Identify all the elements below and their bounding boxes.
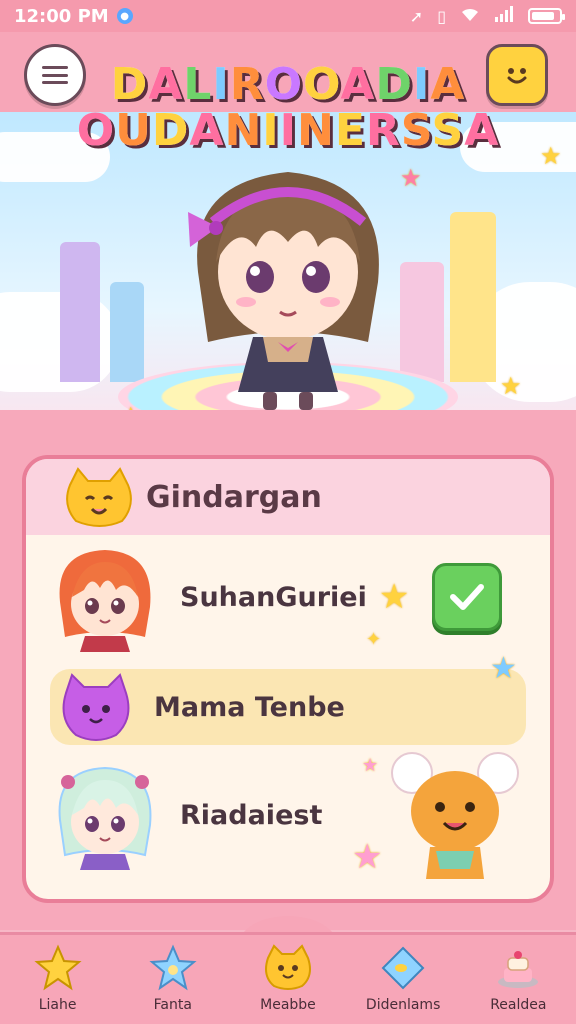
location-arrow-icon: ➚ [409, 6, 424, 26]
nav-item-realdea[interactable]: Realdea [468, 941, 568, 1013]
nav-item-didenlams[interactable]: Didenlams [353, 941, 453, 1013]
character-select-panel: Gindargan SuhanGuriei ★ Mama Tenbe Riada… [22, 455, 554, 903]
star-icon: ★ [500, 372, 522, 400]
notification-badge-icon: ● [116, 8, 133, 24]
yellow-cat-mascot-icon [66, 467, 132, 527]
battery-icon [528, 8, 565, 24]
game-title: DALIROOADIA OUDANIINERSSA [0, 62, 576, 154]
yellow-cat-icon [261, 941, 315, 995]
signal-icon [494, 6, 514, 26]
vibrate-icon: ▯ [437, 6, 446, 26]
star-icon: ★ [362, 755, 379, 776]
nav-label: Didenlams [365, 997, 441, 1013]
star-icon [31, 941, 85, 995]
star-icon: ★ [490, 651, 517, 686]
character-name: Mama Tenbe [154, 691, 345, 723]
character-name: SuhanGuriei [180, 581, 367, 613]
panel-title: Gindargan [146, 479, 322, 515]
star-icon: ✦ [366, 629, 382, 650]
panel-header: Gindargan [26, 459, 550, 535]
star-icon: ★ [400, 164, 422, 192]
nav-label: Meabbe [260, 997, 316, 1013]
checkmark-icon [450, 584, 484, 610]
nav-item-fanta[interactable]: Fanta [123, 941, 223, 1013]
status-bar: 12:00 PM ● ➚ ▯ [0, 0, 576, 32]
hero-character[interactable] [168, 152, 408, 412]
star-icon: ★ [378, 577, 410, 617]
nav-label: Liahe [38, 997, 77, 1013]
orange-bear-mascot[interactable] [390, 751, 520, 891]
bottom-navigation: Liahe Fanta Meabbe Didenlams Realdea [0, 932, 576, 1024]
mint-haired-girl-avatar [58, 766, 152, 870]
character-name: Riadaiest [180, 799, 323, 831]
game-title-line-2: OUDANIINERSSA [76, 105, 500, 156]
nav-item-liahe[interactable]: Liahe [8, 941, 108, 1013]
cake-icon [491, 941, 545, 995]
red-haired-girl-avatar [59, 550, 151, 652]
select-checkbox[interactable] [432, 563, 502, 631]
building [450, 212, 496, 382]
character-row-2[interactable]: Mama Tenbe [50, 669, 526, 745]
purple-cat-avatar [62, 673, 130, 741]
nav-item-meabbe[interactable]: Meabbe [238, 941, 338, 1013]
character-row-1[interactable]: SuhanGuriei ★ [50, 537, 526, 657]
building [60, 242, 100, 382]
building [110, 282, 144, 382]
game-title-line-1: DALIROOADIA [110, 59, 466, 110]
star-icon: ★ [352, 837, 383, 877]
blue-star-icon [146, 941, 200, 995]
status-time: 12:00 PM [14, 5, 109, 27]
nav-label: Fanta [153, 997, 192, 1013]
wifi-icon [460, 6, 480, 26]
hero-scene: ★ ★ ★ ★ [0, 112, 576, 442]
blue-diamond-icon [376, 941, 430, 995]
nav-label: Realdea [490, 997, 547, 1013]
